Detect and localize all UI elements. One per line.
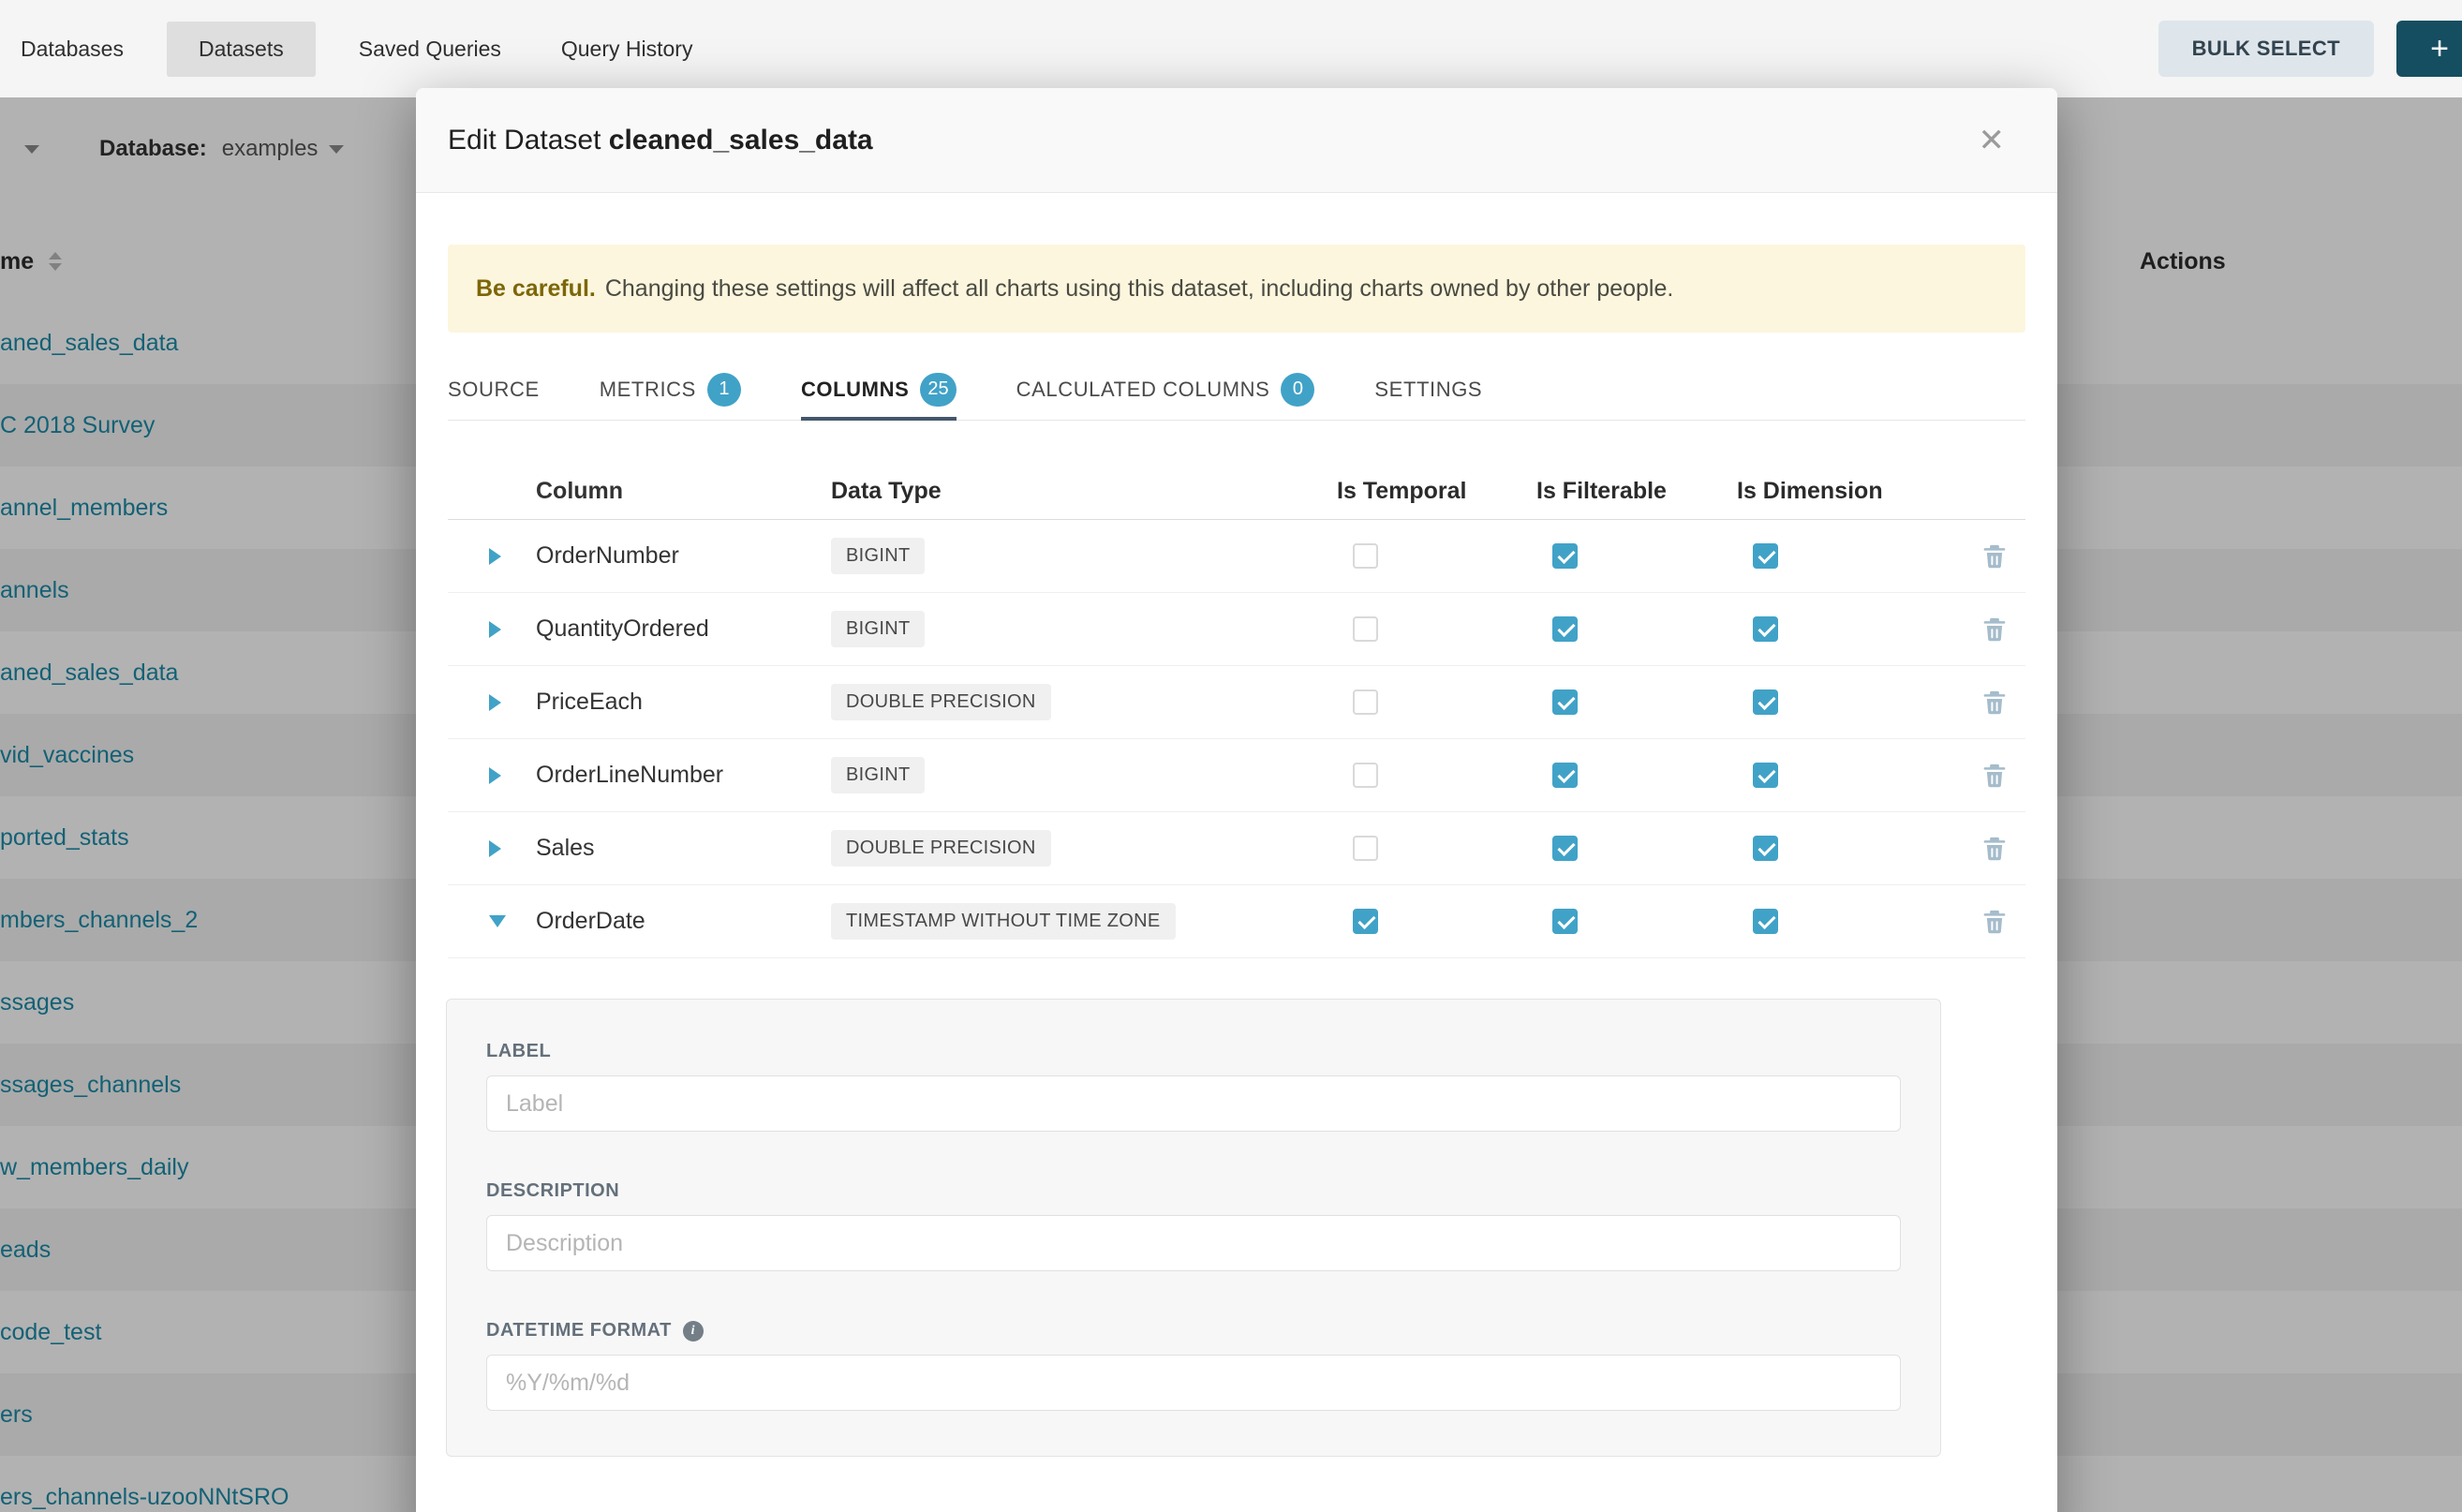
column-row: PriceEachDOUBLE PRECISION <box>448 666 2025 739</box>
delete-column-icon[interactable] <box>1982 616 2007 643</box>
data-type-badge: TIMESTAMP WITHOUT TIME ZONE <box>831 903 1176 940</box>
is-temporal-checkbox[interactable] <box>1353 909 1378 934</box>
nav-tab-saved-queries[interactable]: Saved Queries <box>342 22 518 77</box>
is-filterable-checkbox[interactable] <box>1552 909 1578 934</box>
column-name: OrderLineNumber <box>536 762 831 789</box>
datetime-format-input[interactable] <box>486 1355 1901 1411</box>
is-dimension-checkbox[interactable] <box>1753 836 1778 861</box>
metrics-count-badge: 1 <box>707 373 741 407</box>
modal-title-dataset: cleaned_sales_data <box>609 125 873 156</box>
column-header: Column <box>536 478 831 505</box>
modal-title: Edit Dataset cleaned_sales_data <box>448 125 873 156</box>
column-name: OrderNumber <box>536 542 831 570</box>
is-temporal-checkbox[interactable] <box>1353 689 1378 715</box>
delete-column-icon[interactable] <box>1982 543 2007 570</box>
modal-tabs: SOURCE METRICS 1 COLUMNS 25 CALCULATED C… <box>448 359 2025 421</box>
is-dimension-checkbox[interactable] <box>1753 616 1778 642</box>
columns-table-body: OrderNumberBIGINTQuantityOrderedBIGINTPr… <box>448 520 2025 958</box>
delete-column-icon[interactable] <box>1982 763 2007 789</box>
column-row: OrderLineNumberBIGINT <box>448 739 2025 812</box>
label-text: DESCRIPTION <box>486 1180 619 1202</box>
tab-label: SETTINGS <box>1374 378 1482 402</box>
is-filterable-checkbox[interactable] <box>1552 836 1578 861</box>
is-temporal-checkbox[interactable] <box>1353 616 1378 642</box>
warning-banner: Be careful. Changing these settings will… <box>448 245 2025 333</box>
info-icon[interactable]: i <box>683 1321 704 1342</box>
delete-column-icon[interactable] <box>1982 689 2007 716</box>
nav-tab-datasets[interactable]: Datasets <box>167 22 316 77</box>
bulk-select-button[interactable]: BULK SELECT <box>2158 21 2374 77</box>
expand-caret-icon[interactable] <box>489 621 501 638</box>
column-name: PriceEach <box>536 689 831 716</box>
expand-caret-icon[interactable] <box>489 694 501 711</box>
is-dimension-checkbox[interactable] <box>1753 763 1778 788</box>
is-filterable-checkbox[interactable] <box>1552 543 1578 569</box>
close-icon[interactable]: ✕ <box>1979 125 2006 156</box>
data-type-badge: BIGINT <box>831 757 925 793</box>
is-dimension-checkbox[interactable] <box>1753 909 1778 934</box>
is-filterable-header: Is Filterable <box>1536 478 1737 505</box>
collapse-caret-icon[interactable] <box>489 915 506 927</box>
columns-table: Column Data Type Is Temporal Is Filterab… <box>448 464 2025 958</box>
is-temporal-checkbox[interactable] <box>1353 543 1378 569</box>
is-temporal-header: Is Temporal <box>1337 478 1536 505</box>
delete-column-icon[interactable] <box>1982 836 2007 862</box>
expand-caret-icon[interactable] <box>489 548 501 565</box>
modal-title-prefix: Edit Dataset <box>448 125 601 156</box>
tab-label: METRICS <box>600 378 696 402</box>
modal-header: Edit Dataset cleaned_sales_data ✕ <box>416 88 2057 193</box>
is-temporal-checkbox[interactable] <box>1353 836 1378 861</box>
label-field-label: LABEL <box>486 1041 1901 1062</box>
column-detail-panel: LABEL DESCRIPTION DATETIME FORMAT i <box>446 999 1941 1457</box>
is-temporal-checkbox[interactable] <box>1353 763 1378 788</box>
datetime-format-field-label: DATETIME FORMAT i <box>486 1320 1901 1342</box>
warning-text: Changing these settings will affect all … <box>605 275 1674 303</box>
columns-count-badge: 25 <box>920 373 956 407</box>
column-name: Sales <box>536 835 831 862</box>
nav-tab-query-history[interactable]: Query History <box>544 22 710 77</box>
data-type-badge: BIGINT <box>831 611 925 647</box>
is-filterable-checkbox[interactable] <box>1552 616 1578 642</box>
column-name: QuantityOrdered <box>536 615 831 643</box>
column-name: OrderDate <box>536 908 831 935</box>
tab-metrics[interactable]: METRICS 1 <box>600 359 741 420</box>
tab-label: COLUMNS <box>801 378 909 402</box>
edit-dataset-modal: Edit Dataset cleaned_sales_data ✕ Be car… <box>416 88 2057 1512</box>
expand-caret-icon[interactable] <box>489 767 501 784</box>
column-row: OrderNumberBIGINT <box>448 520 2025 593</box>
tab-calculated-columns[interactable]: CALCULATED COLUMNS 0 <box>1016 359 1315 420</box>
description-input[interactable] <box>486 1215 1901 1271</box>
delete-column-icon[interactable] <box>1982 909 2007 935</box>
label-input[interactable] <box>486 1075 1901 1132</box>
nav-tab-databases[interactable]: Databases <box>4 22 141 77</box>
label-text: LABEL <box>486 1041 551 1062</box>
description-field-label: DESCRIPTION <box>486 1180 1901 1202</box>
column-row: QuantityOrderedBIGINT <box>448 593 2025 666</box>
warning-bold: Be careful. <box>476 275 596 303</box>
is-filterable-checkbox[interactable] <box>1552 763 1578 788</box>
column-row: SalesDOUBLE PRECISION <box>448 812 2025 885</box>
columns-table-header: Column Data Type Is Temporal Is Filterab… <box>448 464 2025 520</box>
tab-columns[interactable]: COLUMNS 25 <box>801 359 957 420</box>
top-nav: Databases Datasets Saved Queries Query H… <box>0 0 2462 97</box>
data-type-badge: DOUBLE PRECISION <box>831 684 1051 720</box>
is-dimension-checkbox[interactable] <box>1753 543 1778 569</box>
is-dimension-checkbox[interactable] <box>1753 689 1778 715</box>
data-type-badge: DOUBLE PRECISION <box>831 830 1051 867</box>
add-dataset-button[interactable]: + <box>2396 21 2462 77</box>
data-type-badge: BIGINT <box>831 538 925 574</box>
tab-source[interactable]: SOURCE <box>448 359 540 420</box>
tab-label: CALCULATED COLUMNS <box>1016 378 1270 402</box>
label-text: DATETIME FORMAT <box>486 1320 672 1342</box>
is-dimension-header: Is Dimension <box>1737 478 1963 505</box>
tab-settings[interactable]: SETTINGS <box>1374 359 1482 420</box>
is-filterable-checkbox[interactable] <box>1552 689 1578 715</box>
expand-caret-icon[interactable] <box>489 840 501 857</box>
data-type-header: Data Type <box>831 478 1337 505</box>
column-row: OrderDateTIMESTAMP WITHOUT TIME ZONE <box>448 885 2025 958</box>
calculated-columns-count-badge: 0 <box>1281 373 1314 407</box>
modal-body: Be careful. Changing these settings will… <box>416 245 2057 1457</box>
tab-label: SOURCE <box>448 378 540 402</box>
